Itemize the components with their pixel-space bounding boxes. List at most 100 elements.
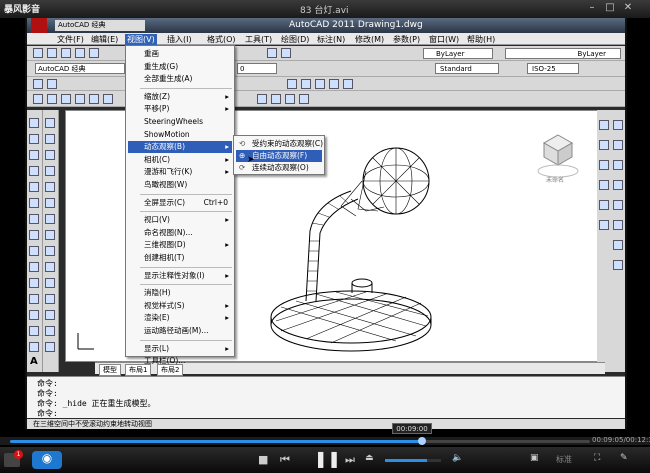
menu-format[interactable]: 格式(O) [207, 34, 236, 45]
region-icon[interactable] [29, 342, 39, 352]
menu-view[interactable]: 视图(V) [125, 34, 157, 45]
view-menu-item[interactable]: 缩放(Z) ▸ [128, 91, 232, 103]
text-style-select[interactable]: Standard [435, 63, 499, 74]
view-menu-item[interactable]: 工具栏(O)... [128, 355, 232, 367]
dim-style-select[interactable]: ISO-25 [527, 63, 579, 74]
chamfer-icon[interactable] [45, 326, 55, 336]
copy-icon[interactable] [45, 134, 55, 144]
video-frame[interactable]: AutoCAD 经典 AutoCAD 2011 Drawing1.dwg 文件(… [25, 18, 627, 429]
layer-icon[interactable] [267, 48, 277, 58]
previous-icon[interactable]: ⏮ [280, 453, 290, 467]
move-icon[interactable] [45, 198, 55, 208]
snap-icon[interactable] [599, 140, 609, 150]
hatch-icon[interactable] [29, 326, 39, 336]
menu-window[interactable]: 窗口(W) [429, 34, 459, 45]
box-icon[interactable] [33, 94, 43, 104]
menu-help[interactable]: 帮助(H) [467, 34, 495, 45]
area-icon[interactable] [613, 140, 623, 150]
menu-modify[interactable]: 修改(M) [355, 34, 384, 45]
make-block-icon[interactable] [29, 294, 39, 304]
view-menu-item[interactable]: ShowMotion [128, 129, 232, 141]
view-name-label[interactable]: 未命名 [546, 175, 564, 184]
workspace-select-2[interactable]: AutoCAD 经典 [35, 63, 125, 74]
id-icon[interactable] [613, 260, 623, 270]
linetype-select[interactable]: ByLayer [505, 48, 621, 59]
cone-icon[interactable] [75, 94, 85, 104]
orbit-icon[interactable] [287, 79, 297, 89]
layer-select[interactable]: 0 [237, 63, 277, 74]
view-menu-item[interactable]: 渲染(E) ▸ [128, 312, 232, 324]
rotate-icon[interactable] [45, 214, 55, 224]
measure-icon[interactable] [613, 120, 623, 130]
menu-dimension[interactable]: 标注(N) [317, 34, 345, 45]
erase-icon[interactable] [45, 118, 55, 128]
view-menu-item[interactable]: 视口(V) ▸ [128, 214, 232, 226]
osnap-icon[interactable] [599, 160, 609, 170]
pause-icon[interactable]: ❚❚ [314, 449, 341, 468]
3d-view-icon[interactable] [33, 79, 43, 89]
list-icon[interactable] [613, 240, 623, 250]
menu-tools[interactable]: 工具(T) [245, 34, 272, 45]
menu-draw[interactable]: 绘图(D) [281, 34, 309, 45]
pan-icon[interactable] [301, 79, 311, 89]
volume-slider[interactable] [385, 459, 441, 462]
trim-icon[interactable] [45, 262, 55, 272]
preview-icon[interactable] [89, 48, 99, 58]
print-icon[interactable] [75, 48, 85, 58]
radius-icon[interactable] [613, 200, 623, 210]
view-menu-item[interactable]: 重画 [128, 48, 232, 60]
tab-model[interactable]: 模型 [99, 364, 121, 376]
view-menu-item[interactable]: 全屏显示(C) Ctrl+0 [128, 197, 232, 209]
join-icon[interactable] [45, 310, 55, 320]
array-icon[interactable] [45, 182, 55, 192]
view-menu-item[interactable]: 鸟瞰视图(W) [128, 179, 232, 191]
view-menu-item[interactable]: 动态观察(B) ▸ [128, 141, 232, 154]
progress-knob[interactable] [417, 437, 426, 445]
view-menu-item[interactable]: 相机(C) ▸ [128, 154, 232, 166]
fullscreen-icon[interactable]: ⛶ [594, 453, 600, 463]
tools-icon[interactable]: ✎ [620, 453, 628, 463]
view-menu-item[interactable]: 显示(L) ▸ [128, 343, 232, 355]
dimension-icon-2[interactable] [343, 79, 353, 89]
polygon-icon[interactable] [29, 166, 39, 176]
open-icon[interactable] [47, 48, 57, 58]
menu-parametric[interactable]: 参数(P) [393, 34, 420, 45]
speaker-icon[interactable]: 🔈 [452, 453, 463, 463]
screenshot-icon[interactable]: ▣ [530, 453, 539, 463]
menu-file[interactable]: 文件(F) [57, 34, 84, 45]
menu-item-constrained-orbit[interactable]: ⟲ 受约束的动态观察(C) [236, 138, 323, 150]
menu-insert[interactable]: 插入(I) [167, 34, 192, 45]
view-menu-item[interactable]: 重生成(G) [128, 61, 232, 73]
extend-icon[interactable] [45, 278, 55, 288]
stop-icon[interactable]: ■ [258, 453, 268, 466]
rectangle-icon[interactable] [29, 182, 39, 192]
view-menu-item[interactable]: 消隐(H) [128, 287, 232, 299]
sphere-icon[interactable] [47, 94, 57, 104]
progress-bar[interactable] [0, 437, 650, 445]
dimension-icon[interactable] [329, 79, 339, 89]
fillet-icon[interactable] [45, 342, 55, 352]
subtract-icon[interactable] [271, 94, 281, 104]
wedge-icon[interactable] [89, 94, 99, 104]
view-menu-item[interactable]: 漫游和飞行(K) ▸ [128, 166, 232, 178]
stretch-icon[interactable] [45, 246, 55, 256]
extrude-icon[interactable] [299, 94, 309, 104]
construction-line-icon[interactable] [29, 134, 39, 144]
cylinder-icon[interactable] [61, 94, 71, 104]
union-icon[interactable] [257, 94, 267, 104]
polyline-icon[interactable] [29, 150, 39, 160]
new-icon[interactable] [33, 48, 43, 58]
player-logo[interactable]: 暴风影音 [4, 2, 40, 15]
circle-icon[interactable] [29, 214, 39, 224]
autocad-logo-icon[interactable] [31, 18, 47, 33]
zoom-window-icon[interactable] [315, 79, 325, 89]
close-icon[interactable]: ✕ [622, 2, 634, 14]
view-menu-item[interactable]: 创建相机(T) [128, 252, 232, 264]
arc-icon[interactable] [29, 198, 39, 208]
workspace-select[interactable]: AutoCAD 经典 [55, 20, 145, 31]
view-menu-item[interactable]: 运动路径动画(M)... [128, 325, 232, 337]
view-menu-item[interactable]: 平移(P) ▸ [128, 103, 232, 115]
track-icon[interactable] [599, 220, 609, 230]
insert-block-icon[interactable] [29, 278, 39, 288]
polar-icon[interactable] [599, 180, 609, 190]
